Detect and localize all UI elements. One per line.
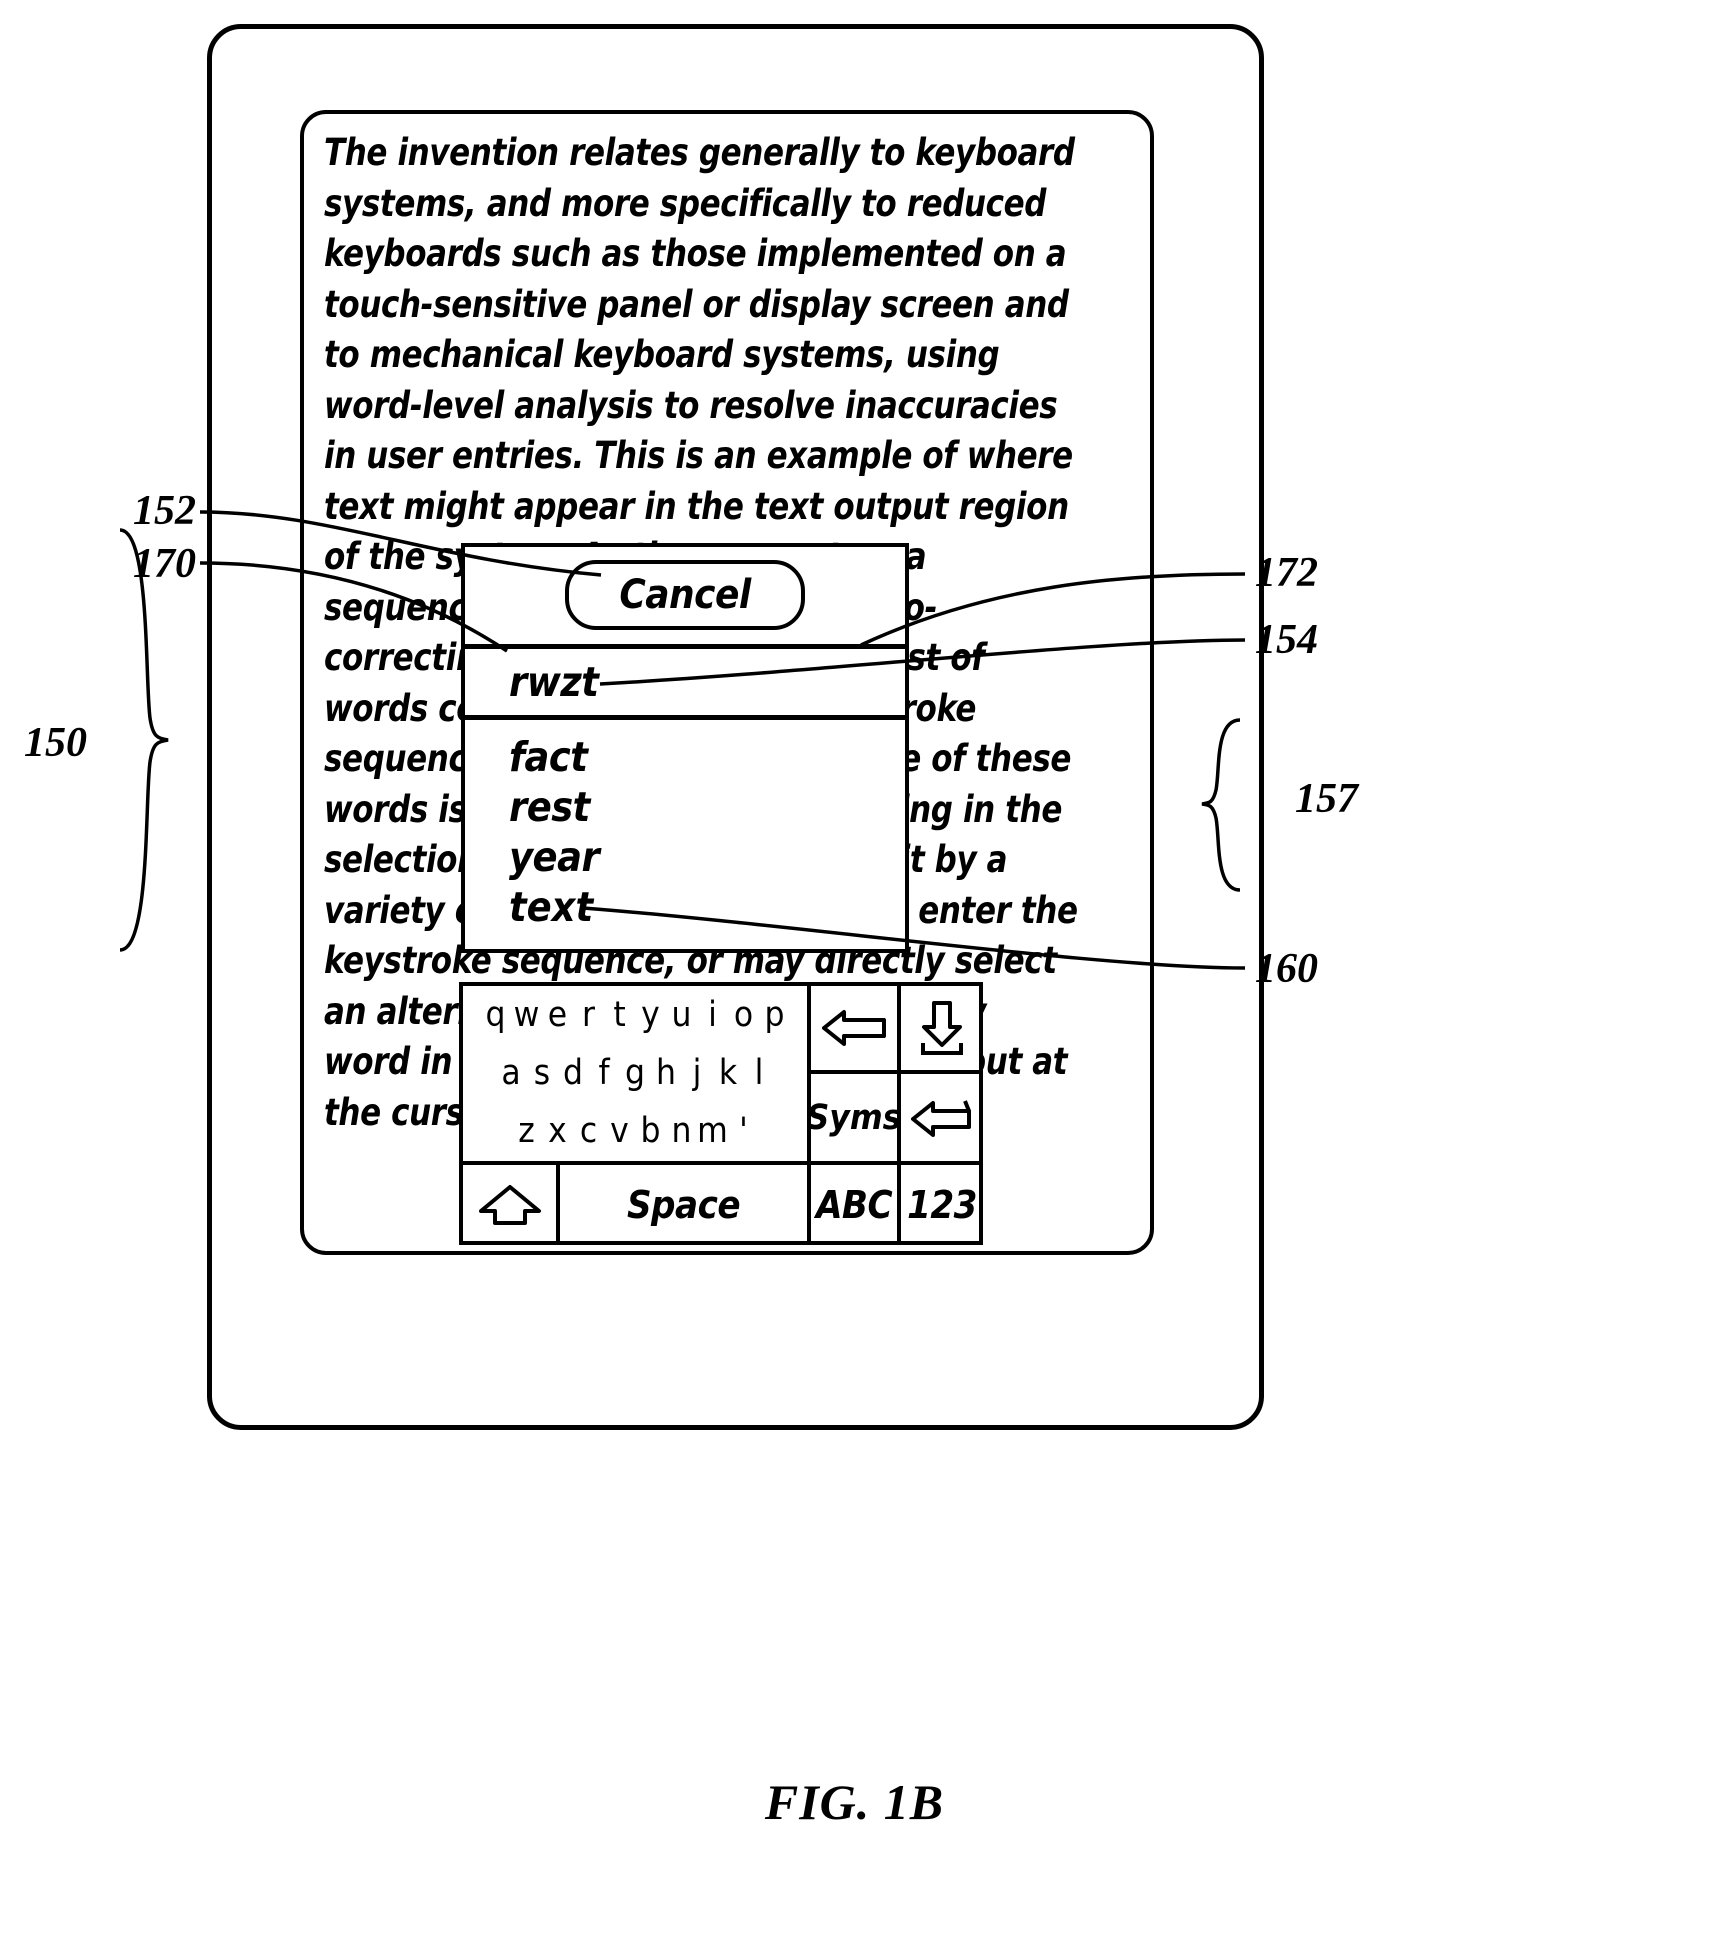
key-d[interactable]: d [558, 1053, 589, 1093]
key-n[interactable]: n [666, 1111, 697, 1151]
word-choice-list[interactable]: fact rest year text [465, 720, 905, 932]
keyboard-row-2: a s d f g h j k l [463, 1044, 807, 1102]
list-item[interactable]: fact [509, 732, 905, 782]
list-item[interactable]: rest [509, 782, 905, 832]
return-key[interactable] [901, 1074, 983, 1161]
reference-numeral-152: 152 [133, 488, 196, 534]
key-o[interactable]: o [728, 995, 759, 1035]
selection-list-popup[interactable]: Cancel rwzt fact rest year text [461, 543, 909, 953]
key-f[interactable]: f [589, 1053, 620, 1093]
keyboard-function-block[interactable]: Syms [807, 986, 983, 1161]
key-g[interactable]: g [620, 1053, 651, 1093]
key-b[interactable]: b [635, 1111, 666, 1151]
key-r[interactable]: r [573, 995, 604, 1035]
enter-download-key[interactable] [901, 986, 983, 1074]
keyboard-letter-block[interactable]: q w e r t y u i o p a s d f g h j k l z … [463, 986, 811, 1161]
reference-numeral-157: 157 [1295, 776, 1358, 822]
up-arrow-icon [478, 1185, 541, 1225]
key-j[interactable]: j [682, 1053, 713, 1093]
keyboard-row-3: z x c v b n m ' [463, 1102, 807, 1160]
virtual-keyboard[interactable]: q w e r t y u i o p a s d f g h j k l z … [459, 982, 983, 1245]
list-item[interactable]: year [509, 832, 905, 882]
figure-caption: FIG. 1B [764, 1774, 945, 1830]
key-m[interactable]: m [697, 1111, 728, 1151]
reference-numeral-160: 160 [1255, 946, 1318, 992]
popup-header: Cancel [465, 547, 905, 644]
reference-numeral-154: 154 [1255, 617, 1318, 663]
key-h[interactable]: h [651, 1053, 682, 1093]
key-c[interactable]: c [573, 1111, 604, 1151]
key-z[interactable]: z [511, 1111, 542, 1151]
reference-numeral-172: 172 [1255, 550, 1318, 596]
keystroke-entry-value: rwzt [509, 658, 599, 706]
key-q[interactable]: q [480, 995, 511, 1035]
key-apostrophe[interactable]: ' [728, 1111, 759, 1151]
key-x[interactable]: x [542, 1111, 573, 1151]
left-arrow-icon [822, 1010, 886, 1046]
syms-key[interactable]: Syms [807, 1074, 901, 1161]
key-s[interactable]: s [527, 1053, 558, 1093]
key-v[interactable]: v [604, 1111, 635, 1151]
reference-numeral-170: 170 [133, 541, 196, 587]
cancel-button[interactable]: Cancel [565, 560, 805, 630]
key-e[interactable]: e [542, 995, 573, 1035]
abc-key[interactable]: ABC [811, 1165, 901, 1245]
space-key[interactable]: Space [560, 1165, 811, 1245]
key-y[interactable]: y [635, 995, 666, 1035]
numeric-key[interactable]: 123 [901, 1165, 983, 1245]
keystroke-entry-row[interactable]: rwzt [465, 644, 905, 720]
return-arrow-icon [911, 1099, 971, 1137]
key-t[interactable]: t [604, 995, 635, 1035]
key-k[interactable]: k [713, 1053, 744, 1093]
keyboard-row-1: q w e r t y u i o p [463, 986, 807, 1044]
shift-key[interactable] [463, 1165, 560, 1245]
down-arrow-into-tray-icon [921, 1001, 963, 1055]
key-p[interactable]: p [759, 995, 790, 1035]
backspace-key[interactable] [811, 986, 901, 1074]
key-u[interactable]: u [666, 995, 697, 1035]
key-a[interactable]: a [496, 1053, 527, 1093]
keyboard-bottom-row[interactable]: Space ABC 123 [463, 1161, 983, 1245]
figure-canvas: The invention relates generally to keybo… [0, 0, 1709, 1943]
list-item-selected[interactable]: text [509, 882, 905, 932]
reference-numeral-150: 150 [24, 720, 87, 766]
key-i[interactable]: i [697, 995, 728, 1035]
key-l[interactable]: l [744, 1053, 775, 1093]
key-w[interactable]: w [511, 995, 542, 1035]
